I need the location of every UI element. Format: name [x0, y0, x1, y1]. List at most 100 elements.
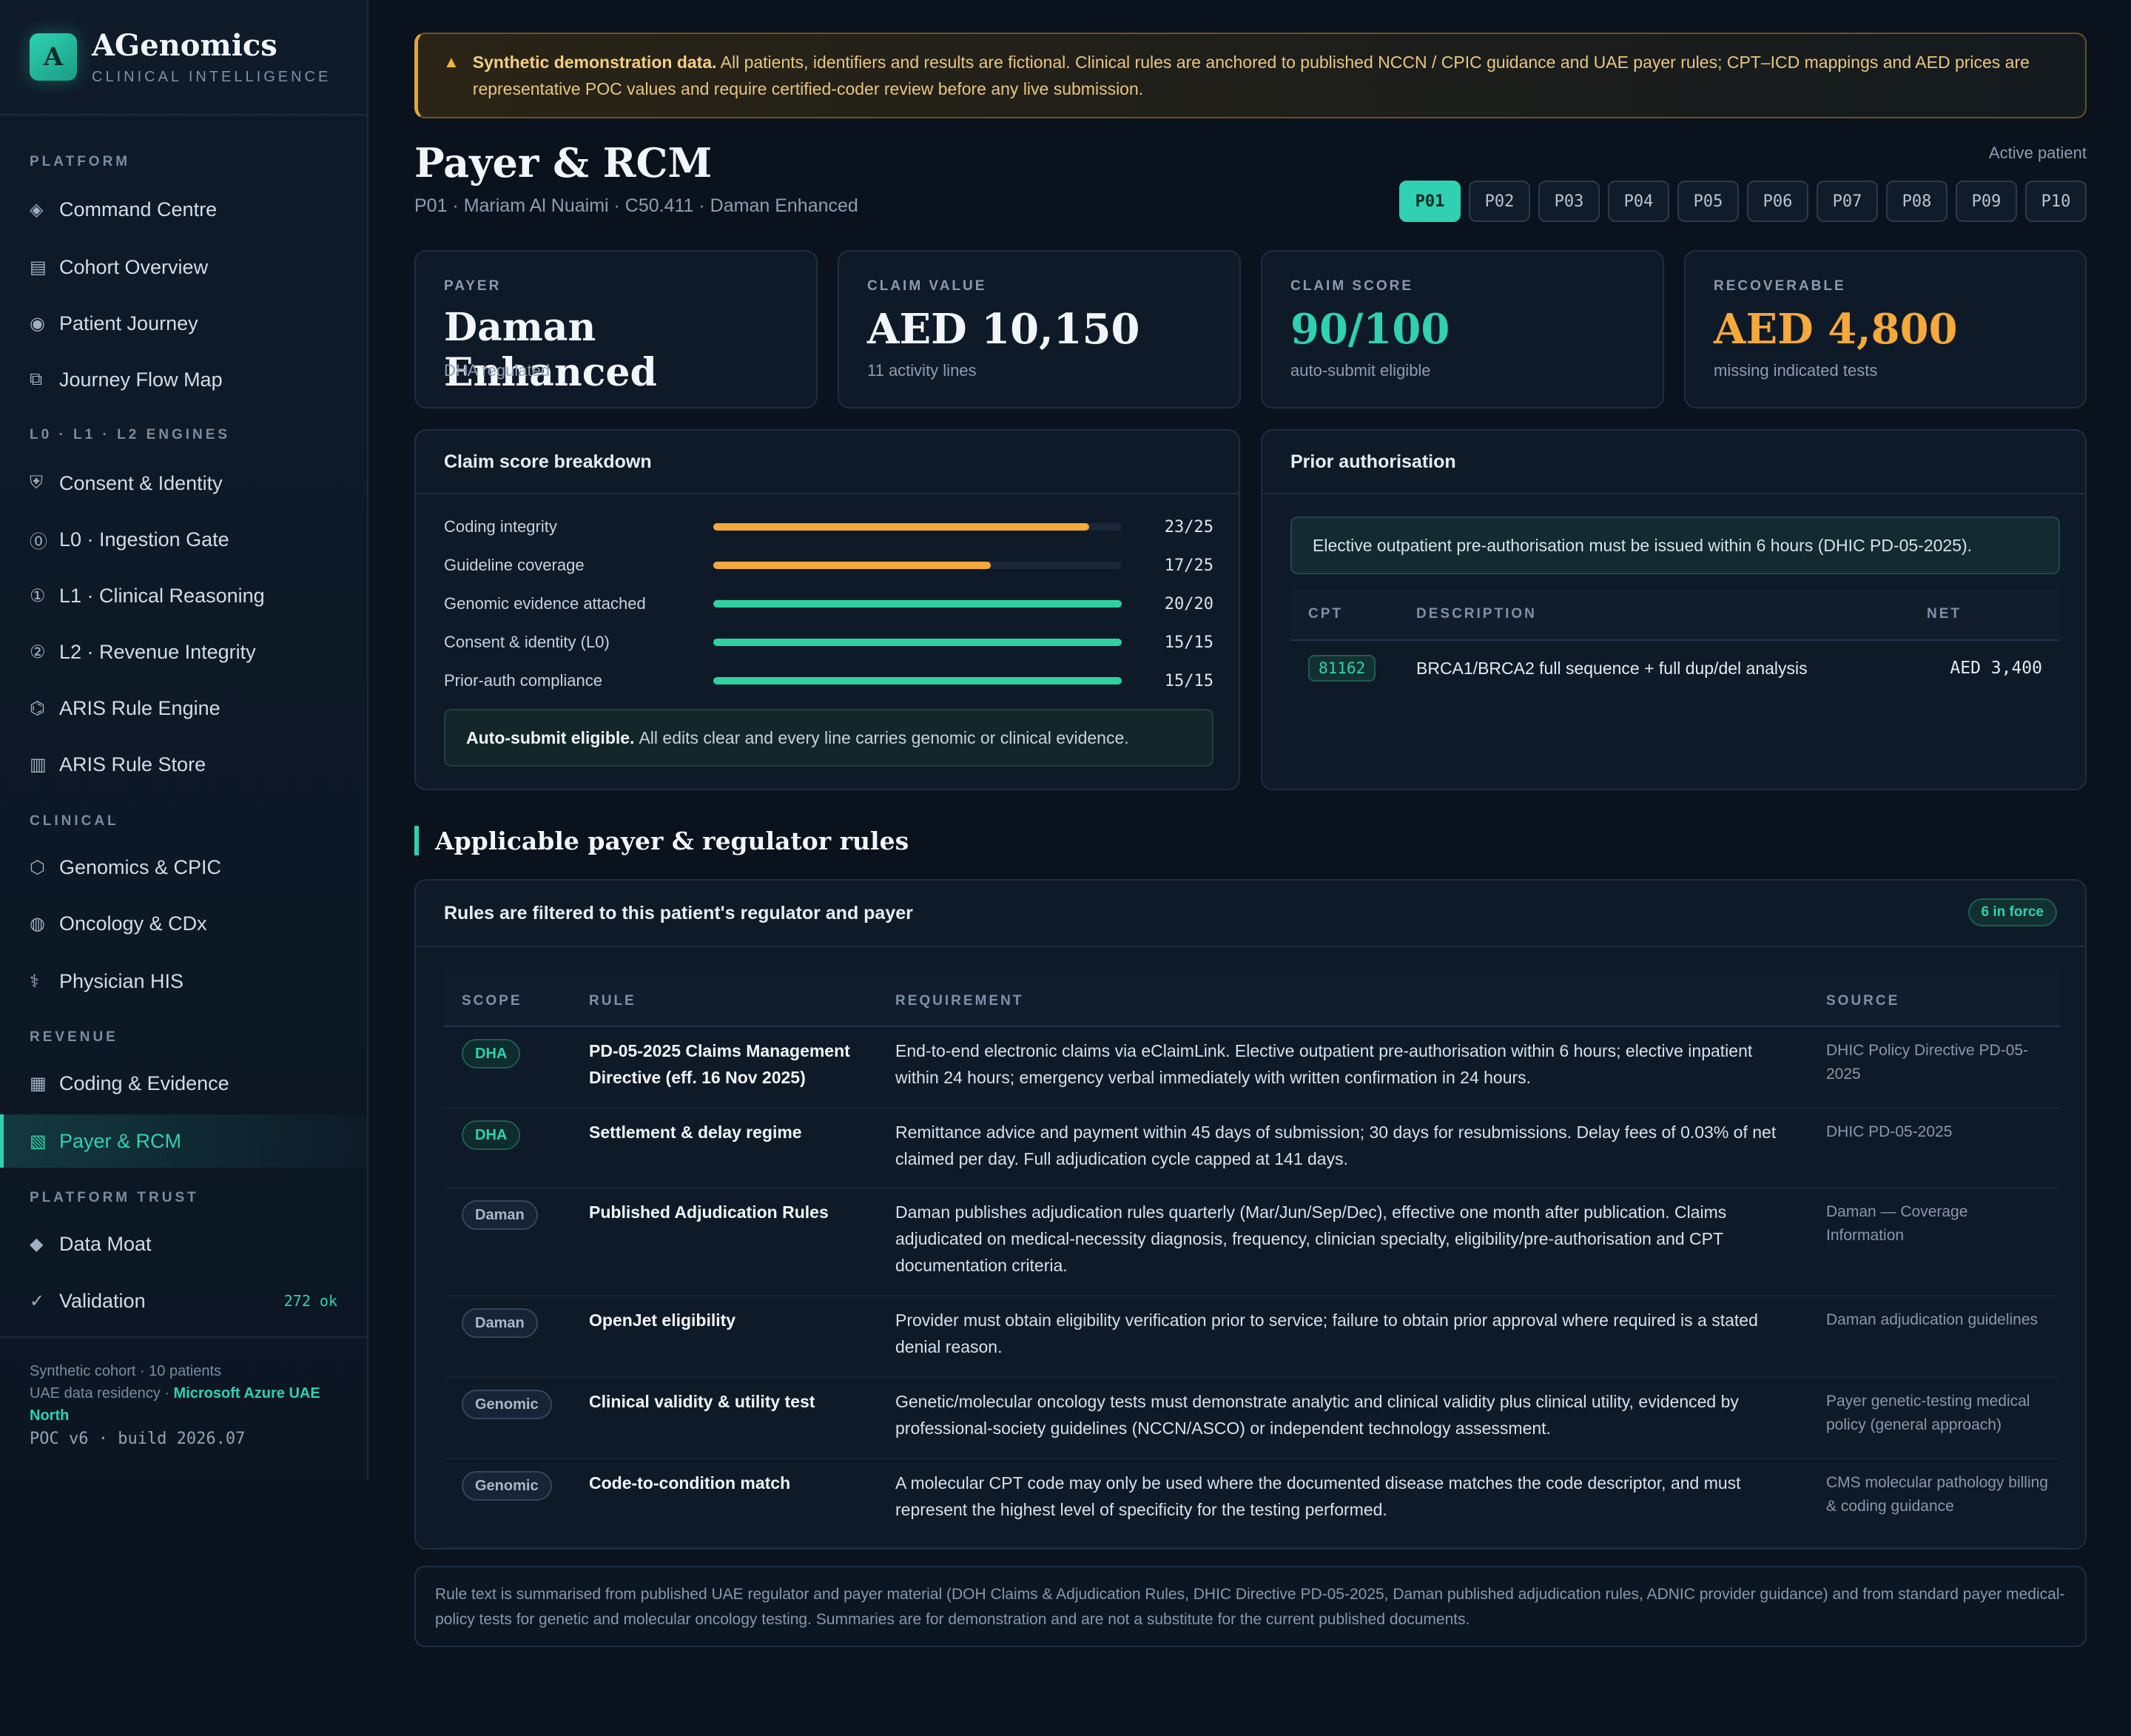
score-row: Consent & identity (L0) 15/15: [444, 629, 1213, 656]
nav-physician-his[interactable]: ⚕ Physician HIS: [0, 955, 367, 1008]
nav-label: Command Centre: [59, 198, 218, 221]
nav-l0-ingestion[interactable]: ⓪ L0 · Ingestion Gate: [0, 513, 367, 566]
sidebar-footer: Synthetic cohort · 10 patients UAE data …: [0, 1336, 367, 1448]
cpt-net: AED 3,400: [1950, 659, 2042, 678]
prior-auth-card: Prior authorisation Elective outpatient …: [1261, 429, 2087, 790]
scope-pill: Genomic: [462, 1471, 552, 1501]
build-version: POC v6 · build 2026.07: [30, 1430, 246, 1448]
rules-table: SCOPE RULE REQUIREMENT SOURCE DHA PD-05-2…: [444, 974, 2060, 1548]
sidebar: A AGenomics CLINICAL INTELLIGENCE PLATFO…: [0, 0, 368, 1480]
nav-consent-identity[interactable]: ⛨ Consent & Identity: [0, 457, 367, 510]
kpi-claim-value-card: CLAIM VALUE AED 10,150 11 activity lines: [838, 250, 1241, 408]
score-bar-fill: [713, 523, 1089, 531]
score-label: Consent & identity (L0): [444, 633, 610, 651]
nav-label: ARIS Rule Engine: [59, 696, 220, 719]
col-source: SOURCE: [1826, 993, 1900, 1009]
rule-row[interactable]: Genomic Code-to-condition match A molecula…: [444, 1459, 2060, 1548]
rule-source: Payer genetic-testing medical policy (ge…: [1826, 1393, 2030, 1433]
kpi-claim-score-card: CLAIM SCORE 90/100 auto-submit eligible: [1261, 250, 1664, 408]
card-title: Prior authorisation: [1262, 431, 2085, 494]
nav-aris-engine[interactable]: ⌬ ARIS Rule Engine: [0, 682, 367, 735]
nav-l2-revenue[interactable]: ② L2 · Revenue Integrity: [0, 625, 367, 679]
score-value: 20/20: [1164, 594, 1213, 613]
nav-data-moat[interactable]: ◆ Data Moat: [0, 1217, 367, 1271]
patient-tab-p04[interactable]: P04: [1608, 181, 1669, 222]
synthetic-data-banner: ▲ Synthetic demonstration data. All pati…: [414, 33, 2087, 118]
scope-pill: Daman: [462, 1200, 538, 1230]
nav-command-centre[interactable]: ◈ Command Centre: [0, 183, 367, 236]
nav-coding-evidence[interactable]: ▦ Coding & Evidence: [0, 1057, 367, 1110]
rule-name: Settlement & delay regime: [589, 1123, 802, 1142]
score-value: 23/25: [1164, 517, 1213, 536]
patient-tab-p02[interactable]: P02: [1469, 181, 1530, 222]
brand-logo: A: [30, 33, 77, 81]
cpt-code-chip: 81162: [1308, 655, 1376, 682]
nav-cohort-overview[interactable]: ▤ Cohort Overview: [0, 240, 367, 294]
kpi-label: RECOVERABLE: [1714, 278, 1846, 294]
prior-auth-table: CPT DESCRIPTION NET 81162 BRCA1/BRCA2 fu…: [1290, 589, 2060, 696]
rule-scope: DHA: [462, 1039, 521, 1069]
brand-subtitle: CLINICAL INTELLIGENCE: [92, 69, 331, 85]
rule-source: Daman adjudication guidelines: [1826, 1311, 2039, 1328]
patient-tab-p05[interactable]: P05: [1677, 181, 1739, 222]
nav-label: Data Moat: [59, 1232, 152, 1255]
circled-two-icon: ②: [30, 642, 46, 662]
table-row[interactable]: 81162 BRCA1/BRCA2 full sequence + full d…: [1290, 641, 2060, 696]
rule-name: Published Adjudication Rules: [589, 1202, 829, 1222]
patient-subtitle: P01 · Mariam Al Nuaimi · C50.411 · Daman…: [414, 195, 858, 216]
kpi-value: AED 10,150: [867, 305, 1140, 354]
nav-validation[interactable]: ✓ Validation 272 ok: [0, 1274, 367, 1328]
nav-label: Consent & Identity: [59, 471, 223, 494]
nav-label: L1 · Clinical Reasoning: [59, 584, 265, 607]
nav-l1-clinical[interactable]: ① L1 · Clinical Reasoning: [0, 569, 367, 622]
rule-row[interactable]: Genomic Clinical validity & utility test G…: [444, 1378, 2060, 1459]
rule-source: DHIC Policy Directive PD-05-2025: [1826, 1042, 2029, 1083]
nav-patient-journey[interactable]: ◉ Patient Journey: [0, 297, 367, 350]
patient-selector: P01 P02 P03 P04 P05 P06 P07 P08 P09 P10: [1399, 181, 2087, 222]
patient-tab-p09[interactable]: P09: [1956, 181, 2017, 222]
nav-oncology-cdx[interactable]: ◍ Oncology & CDx: [0, 897, 367, 950]
nav-label: Validation: [59, 1289, 146, 1312]
nav-label: Cohort Overview: [59, 255, 209, 278]
patient-tab-p01[interactable]: P01: [1399, 181, 1461, 222]
nav-journey-flow-map[interactable]: ⧉ Journey Flow Map: [0, 353, 367, 406]
rules-section-title: Applicable payer & regulator rules: [414, 826, 909, 855]
banner-bold: Synthetic demonstration data.: [472, 53, 717, 72]
patient-tab-p10[interactable]: P10: [2025, 181, 2087, 222]
score-value: 15/15: [1164, 633, 1213, 652]
scope-pill: DHA: [462, 1039, 521, 1069]
score-label: Genomic evidence attached: [444, 594, 646, 613]
col-requirement: REQUIREMENT: [895, 993, 1024, 1009]
rule-row[interactable]: Daman Published Adjudication Rules Daman p…: [444, 1188, 2060, 1296]
residency-prefix: UAE data residency ·: [30, 1385, 174, 1402]
rule-row[interactable]: DHA Settlement & delay regime Remittance a…: [444, 1108, 2060, 1188]
col-scope: SCOPE: [462, 993, 522, 1009]
score-label: Coding integrity: [444, 517, 557, 536]
check-icon: ✓: [30, 1291, 45, 1311]
rule-requirement: Daman publishes adjudication rules quart…: [895, 1202, 1727, 1275]
rule-row[interactable]: DHA PD-05-2025 Claims Management Directiv…: [444, 1027, 2060, 1108]
nav-label: Genomics & CPIC: [59, 855, 222, 878]
auto-submit-text: All edits clear and every line carries g…: [639, 727, 1129, 747]
patient-tab-p06[interactable]: P06: [1747, 181, 1808, 222]
brand[interactable]: A AGenomics CLINICAL INTELLIGENCE: [0, 0, 367, 115]
rule-row[interactable]: Daman OpenJet eligibility Provider must ob…: [444, 1296, 2060, 1378]
patient-tab-p08[interactable]: P08: [1886, 181, 1947, 222]
kpi-payer-card: PAYER Daman Enhanced DHA regulated: [414, 250, 818, 408]
nav-payer-rcm[interactable]: ▧ Payer & RCM: [0, 1114, 367, 1168]
nav-label: ARIS Rule Store: [59, 753, 206, 776]
rule-requirement: Remittance advice and payment within 45 …: [895, 1123, 1777, 1168]
score-bar-fill: [713, 562, 992, 569]
col-cpt: CPT: [1308, 606, 1343, 622]
nav-genomics-cpic[interactable]: ⬡ Genomics & CPIC: [0, 841, 367, 894]
rule-scope: Genomic: [462, 1390, 552, 1419]
nav-section-revenue: REVENUE: [30, 1029, 118, 1045]
nav-aris-store[interactable]: ▥ ARIS Rule Store: [0, 738, 367, 791]
patient-tab-p07[interactable]: P07: [1817, 181, 1878, 222]
patient-tab-p03[interactable]: P03: [1538, 181, 1600, 222]
brand-name: AGenomics: [92, 28, 277, 63]
rules-card-title: Rules are filtered to this patient's reg…: [416, 881, 2085, 947]
shield-icon: ⛨: [30, 473, 43, 493]
col-rule: RULE: [589, 993, 636, 1009]
rules-count-badge: 6 in force: [1967, 898, 2057, 926]
